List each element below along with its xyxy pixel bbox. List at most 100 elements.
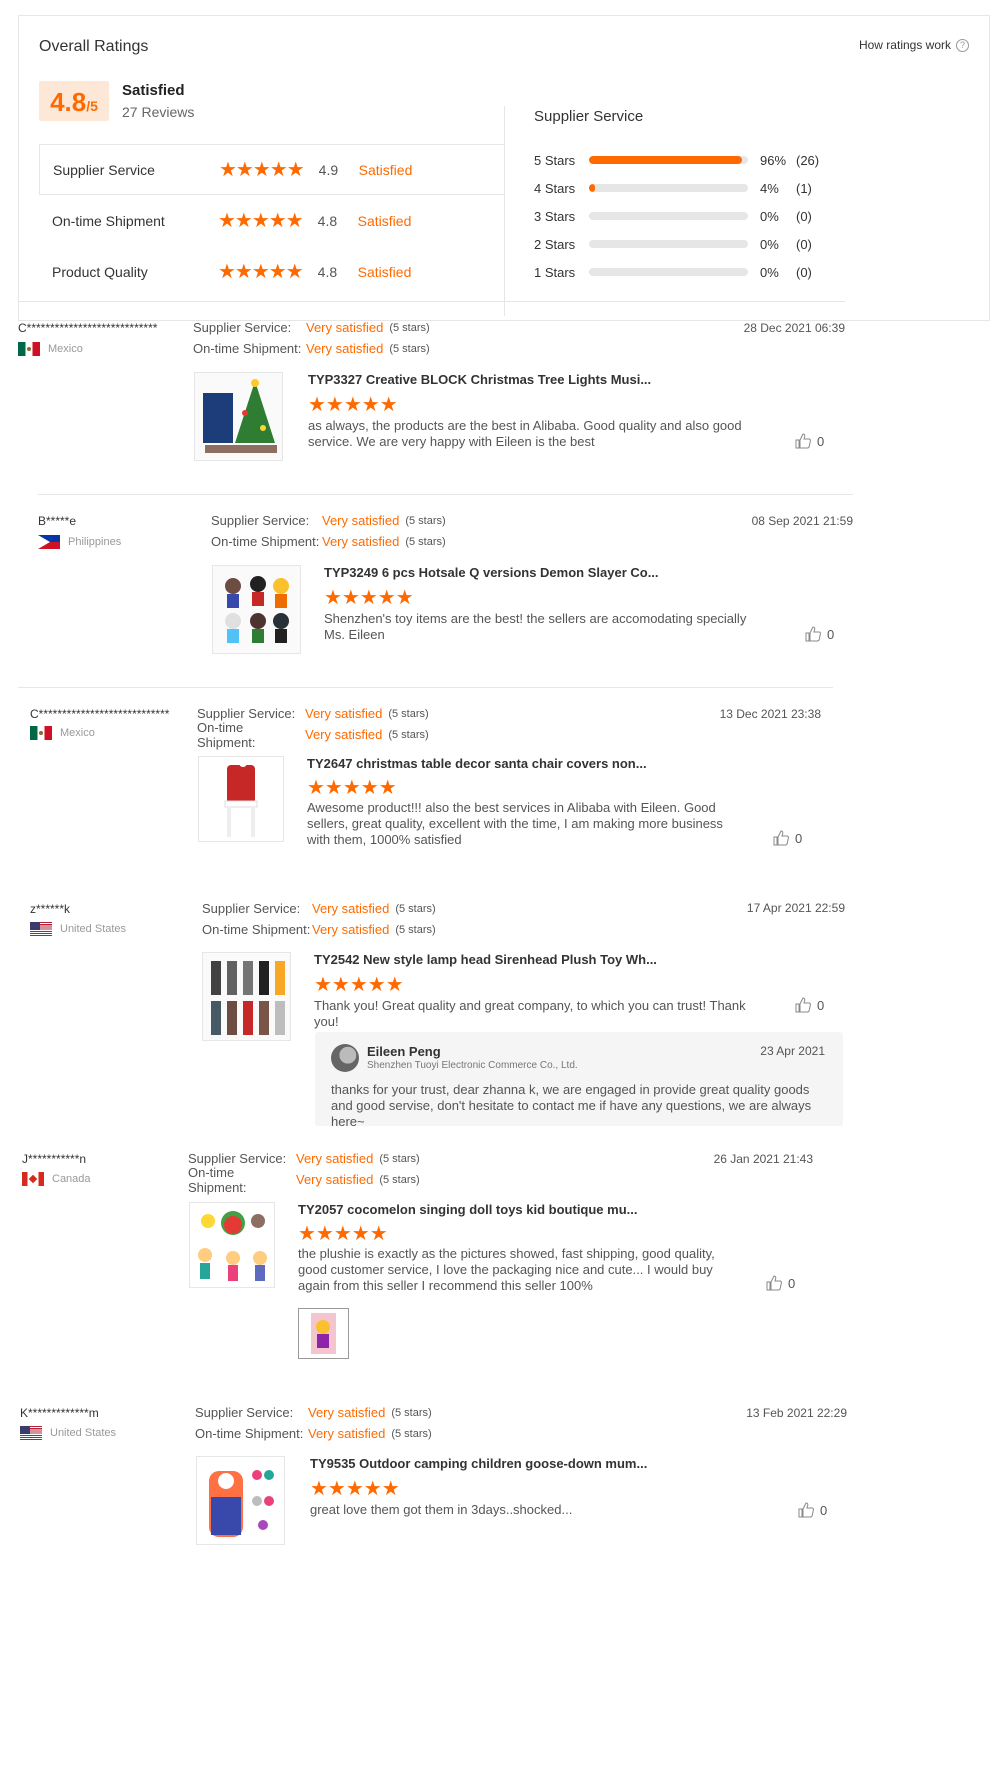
category-name[interactable]: Product Quality bbox=[52, 264, 218, 280]
philippines-flag-icon bbox=[38, 535, 60, 549]
christmas-tree-product-image bbox=[203, 379, 277, 453]
avatar bbox=[331, 1044, 359, 1072]
on-time-shipment-label: On-time Shipment: bbox=[195, 1426, 304, 1441]
product-title[interactable]: TYP3327 Creative BLOCK Christmas Tree Li… bbox=[308, 372, 651, 387]
category-satisfaction: Satisfied bbox=[357, 263, 412, 280]
review-date: 28 Dec 2021 06:39 bbox=[743, 321, 845, 335]
on-time-shipment-value: Very satisfied bbox=[308, 1426, 386, 1441]
on-time-shipment-label: On-time Shipment: bbox=[197, 719, 256, 750]
distribution-title: Supplier Service bbox=[534, 108, 644, 125]
distribution-bar bbox=[589, 212, 748, 220]
supplier-service-stars: (5 stars) bbox=[395, 902, 436, 915]
reviewer-name: J***********n bbox=[22, 1152, 87, 1166]
thumbs-up-icon[interactable] bbox=[798, 1502, 814, 1518]
distribution-count: (1) bbox=[796, 180, 812, 196]
product-thumbnail[interactable] bbox=[212, 565, 301, 654]
supplier-service-value: Very satisfied bbox=[312, 901, 390, 916]
reviewer-country: Canada bbox=[22, 1172, 91, 1186]
review-date: 13 Feb 2021 22:29 bbox=[746, 1406, 847, 1420]
on-time-shipment-label: On-time Shipment: bbox=[193, 341, 302, 356]
like-count: 0 bbox=[827, 626, 835, 642]
category-row-on-time-shipment[interactable]: On-time Shipment ★★★★★ 4.8 Satisfied bbox=[39, 195, 504, 246]
supplier-reply: Eileen Peng Shenzhen Tuoyi Electronic Co… bbox=[315, 1032, 843, 1129]
reviewer-country: Mexico bbox=[30, 726, 95, 740]
on-time-shipment-label: On-time Shipment: bbox=[202, 922, 311, 937]
distribution-row: 5 Stars 96% (26) bbox=[534, 146, 819, 174]
review-item: B*****e Philippines Supplier Service: Ver… bbox=[38, 494, 853, 684]
reply-company: Shenzhen Tuoyi Electronic Commerce Co., … bbox=[367, 1060, 578, 1071]
country-name: Canada bbox=[52, 1173, 91, 1185]
supplier-service-label: Supplier Service: bbox=[211, 513, 310, 528]
category-score: 4.8 bbox=[317, 212, 338, 229]
category-name[interactable]: On-time Shipment bbox=[52, 213, 218, 229]
review-stars: ★★★★★ bbox=[310, 1478, 400, 1500]
distribution-bar-fill bbox=[589, 184, 596, 192]
thumbs-up-icon[interactable] bbox=[805, 626, 821, 642]
help-icon[interactable]: ? bbox=[956, 38, 969, 52]
thumbs-up-icon[interactable] bbox=[795, 433, 811, 449]
star-distribution: 5 Stars 96% (26) 4 Stars 4% (1) 3 Stars … bbox=[534, 146, 819, 286]
product-thumbnail[interactable] bbox=[196, 1456, 285, 1545]
review-text: Thank you! Great quality and great compa… bbox=[314, 998, 746, 1029]
category-ratings: Supplier Service ★★★★★ 4.9 Satisfied On-… bbox=[39, 144, 504, 297]
like-button[interactable]: 0 bbox=[773, 830, 802, 846]
review-stars: ★★★★★ bbox=[307, 777, 397, 799]
distribution-label: 3 Stars bbox=[534, 208, 576, 224]
review-photo[interactable] bbox=[298, 1308, 349, 1359]
how-ratings-work-link[interactable]: How ratings work ? bbox=[859, 38, 969, 52]
on-time-shipment-stars: (5 stars) bbox=[389, 342, 430, 355]
distribution-count: (0) bbox=[796, 236, 812, 252]
category-satisfaction: Satisfied bbox=[358, 161, 413, 178]
reply-date: 23 Apr 2021 bbox=[760, 1044, 825, 1058]
product-thumbnail[interactable] bbox=[198, 756, 284, 842]
product-thumbnail[interactable] bbox=[202, 952, 291, 1041]
reviewer-name: C**************************** bbox=[18, 321, 158, 335]
product-title[interactable]: TY2647 christmas table decor santa chair… bbox=[307, 756, 647, 771]
supplier-service-label: Supplier Service: bbox=[195, 1405, 294, 1420]
category-row-product-quality[interactable]: Product Quality ★★★★★ 4.8 Satisfied bbox=[39, 246, 504, 297]
review-meta: Supplier Service: Very satisfied (5 stars)… bbox=[193, 317, 430, 359]
category-row-supplier-service[interactable]: Supplier Service ★★★★★ 4.9 Satisfied bbox=[39, 144, 504, 195]
canada-flag-icon bbox=[22, 1172, 44, 1186]
overall-ratings-title: Overall Ratings bbox=[39, 38, 149, 55]
thumbs-up-icon[interactable] bbox=[766, 1275, 782, 1291]
thumbs-up-icon[interactable] bbox=[773, 830, 789, 846]
distribution-bar bbox=[589, 268, 748, 276]
product-title[interactable]: TYP3249 6 pcs Hotsale Q versions Demon S… bbox=[324, 565, 659, 580]
distribution-bar-fill bbox=[589, 156, 742, 164]
review-text: as always, the products are the best in … bbox=[308, 418, 742, 449]
united-states-flag-icon bbox=[20, 1426, 42, 1440]
distribution-count: (0) bbox=[796, 208, 812, 224]
product-thumbnail[interactable] bbox=[194, 372, 283, 461]
distribution-label: 4 Stars bbox=[534, 180, 576, 196]
distribution-label: 2 Stars bbox=[534, 236, 576, 252]
distribution-row: 1 Stars 0% (0) bbox=[534, 258, 819, 286]
distribution-bar bbox=[589, 240, 748, 248]
overall-score: 4.8 bbox=[50, 87, 87, 117]
how-ratings-work-label[interactable]: How ratings work bbox=[859, 38, 951, 52]
product-title[interactable]: TY2542 New style lamp head Sirenhead Plu… bbox=[314, 952, 657, 967]
category-satisfaction: Satisfied bbox=[357, 212, 412, 229]
on-time-shipment-label: On-time Shipment: bbox=[188, 1164, 247, 1195]
on-time-shipment-value: Very satisfied bbox=[306, 341, 384, 356]
like-count: 0 bbox=[817, 433, 825, 449]
reviewer-country: Mexico bbox=[18, 342, 83, 356]
distribution-percent: 96% bbox=[760, 152, 787, 168]
like-button[interactable]: 0 bbox=[805, 626, 834, 642]
like-button[interactable]: 0 bbox=[766, 1275, 795, 1291]
country-name: United States bbox=[60, 923, 127, 935]
distribution-percent: 4% bbox=[760, 180, 779, 196]
like-button[interactable]: 0 bbox=[795, 997, 824, 1013]
product-title[interactable]: TY9535 Outdoor camping children goose-do… bbox=[310, 1456, 647, 1471]
category-name[interactable]: Supplier Service bbox=[53, 162, 219, 178]
on-time-shipment-value: Very satisfied bbox=[322, 534, 400, 549]
product-title[interactable]: TY2057 cocomelon singing doll toys kid b… bbox=[298, 1202, 638, 1217]
review-stars: ★★★★★ bbox=[314, 974, 404, 996]
product-thumbnail[interactable] bbox=[189, 1202, 275, 1288]
thumbs-up-icon[interactable] bbox=[795, 997, 811, 1013]
like-button[interactable]: 0 bbox=[795, 433, 824, 449]
review-item: C**************************** Mexico Sup… bbox=[18, 687, 833, 877]
like-button[interactable]: 0 bbox=[798, 1502, 827, 1518]
reviewer-country: United States bbox=[20, 1426, 116, 1440]
distribution-row: 2 Stars 0% (0) bbox=[534, 230, 819, 258]
